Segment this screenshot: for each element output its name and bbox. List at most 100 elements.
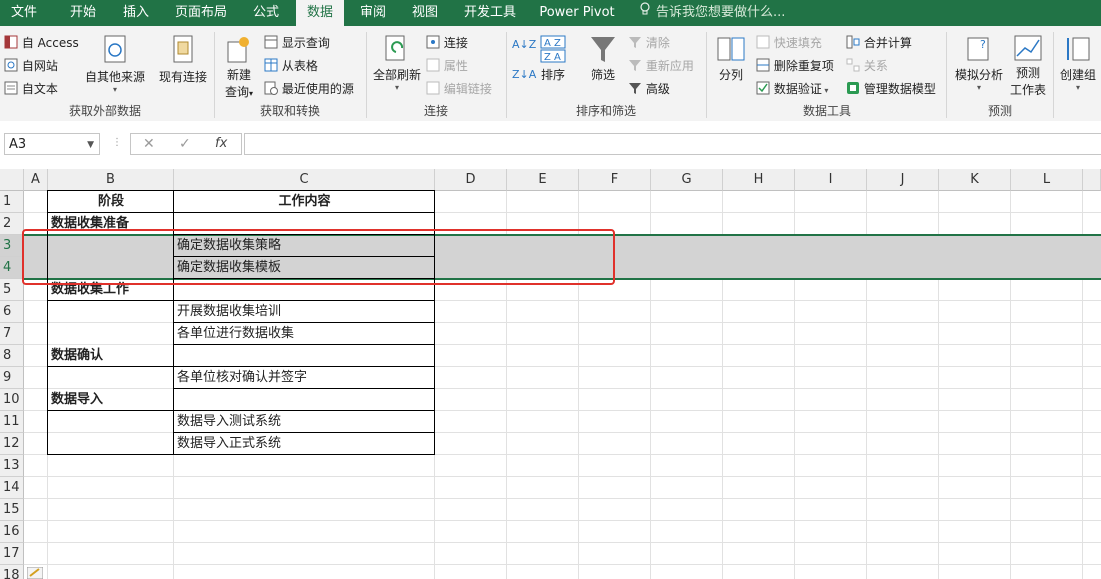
forecast-sheet-button[interactable]: 预测 工作表 [1008, 34, 1048, 98]
properties-button[interactable]: 属性 [426, 57, 468, 75]
web-icon [4, 58, 18, 75]
cell-c9[interactable]: 各单位核对确认并签字 [174, 367, 435, 389]
row-header-1[interactable]: 1 [0, 191, 24, 213]
existing-connections-button[interactable]: 现有连接 [156, 34, 210, 85]
row-header-13[interactable]: 13 [0, 455, 24, 477]
column-header-e[interactable]: E [507, 169, 579, 191]
group-label-sort-filter: 排序和筛选 [575, 104, 636, 118]
row-header-11[interactable]: 11 [0, 411, 24, 433]
row-header-16[interactable]: 16 [0, 521, 24, 543]
quick-analysis-icon[interactable] [26, 566, 44, 579]
row-header-4[interactable]: 4 [0, 257, 24, 279]
column-header-c[interactable]: C [174, 169, 435, 191]
tab-power-pivot[interactable]: Power Pivot [534, 0, 620, 26]
sort-button[interactable]: A ZZ A 排序 [536, 34, 570, 83]
column-header-k[interactable]: K [939, 169, 1011, 191]
name-box[interactable]: A3 ▼ [4, 133, 100, 155]
formula-bar-grip-icon: ⋮ [112, 137, 122, 148]
tab-formulas[interactable]: 公式 [244, 0, 288, 26]
worksheet-grid[interactable]: ABCDEFGHIJKL 1 2 3 4 5 6 7 8 9 10 11 12 13 14 15 16 17 18… [0, 169, 1101, 579]
what-if-analysis-button[interactable]: ? 模拟分析 ▾ [952, 34, 1006, 92]
text-to-columns-icon [717, 37, 745, 61]
row-header-9[interactable]: 9 [0, 367, 24, 389]
column-header-l[interactable]: L [1011, 169, 1083, 191]
row-header-12[interactable]: 12 [0, 433, 24, 455]
row-header-14[interactable]: 14 [0, 477, 24, 499]
advanced-filter-button[interactable]: 高级 [628, 80, 670, 98]
group-button[interactable]: 创建组 ▾ [1056, 34, 1100, 92]
row-header-17[interactable]: 17 [0, 543, 24, 565]
cell-c12[interactable]: 数据导入正式系统 [174, 433, 435, 455]
tab-file[interactable]: 文件 [0, 0, 48, 26]
name-box-dropdown-icon[interactable]: ▼ [87, 134, 94, 156]
filter-button[interactable]: 筛选 [584, 34, 622, 83]
row-header-18[interactable]: 18 [0, 565, 24, 579]
row-header-7[interactable]: 7 [0, 323, 24, 345]
sort-ascending-icon[interactable]: A↓Z [512, 38, 536, 51]
data-validation-button[interactable]: 数据验证 ▾ [756, 80, 828, 98]
column-header-g[interactable]: G [651, 169, 723, 191]
tab-page-layout[interactable]: 页面布局 [168, 0, 234, 26]
column-header-f[interactable]: F [579, 169, 651, 191]
row-header-2[interactable]: 2 [0, 213, 24, 235]
from-text-button[interactable]: 自文本 [4, 80, 58, 98]
remove-duplicates-button[interactable]: 删除重复项 [756, 57, 834, 75]
row-header-8[interactable]: 8 [0, 345, 24, 367]
tab-developer[interactable]: 开发工具 [456, 0, 524, 26]
row-header-3[interactable]: 3 [0, 235, 24, 257]
clear-filter-button[interactable]: 清除 [628, 34, 670, 52]
manage-data-model-button[interactable]: 管理数据模型 [846, 80, 936, 98]
cell-b10[interactable]: 数据导入 [48, 389, 174, 411]
formula-input[interactable] [244, 133, 1101, 155]
edit-links-button[interactable]: 编辑链接 [426, 80, 492, 98]
recent-sources-button[interactable]: 最近使用的源 [264, 80, 354, 98]
column-header-d[interactable]: D [435, 169, 507, 191]
cancel-icon[interactable]: ✕ [143, 136, 155, 152]
insert-function-icon[interactable]: fx [215, 136, 227, 151]
column-header-b[interactable]: B [48, 169, 174, 191]
new-query-button[interactable]: 新建 查询▾ [220, 34, 258, 100]
connections-button[interactable]: 连接 [426, 34, 468, 52]
row-header-6[interactable]: 6 [0, 301, 24, 323]
cell-c1[interactable]: 工作内容 [174, 191, 435, 213]
cell-c11[interactable]: 数据导入测试系统 [174, 411, 435, 433]
gridline-horizontal [24, 520, 1101, 521]
sort-descending-icon[interactable]: Z↓A [512, 68, 536, 81]
cell-b1[interactable]: 阶段 [48, 191, 174, 213]
tell-me-search[interactable]: 告诉我您想要做什么... [640, 0, 785, 26]
column-header-i[interactable]: I [795, 169, 867, 191]
column-header-h[interactable]: H [723, 169, 795, 191]
reapply-button[interactable]: 重新应用 [628, 57, 694, 75]
from-table-button[interactable]: 从表格 [264, 57, 318, 75]
select-all-corner[interactable] [0, 169, 24, 191]
cell-c6[interactable]: 开展数据收集培训 [174, 301, 435, 323]
enter-icon[interactable]: ✓ [179, 136, 191, 152]
cell-c7[interactable]: 各单位进行数据收集 [174, 323, 435, 345]
relationships-button[interactable]: 关系 [846, 57, 888, 75]
text-to-columns-button[interactable]: 分列 [712, 34, 750, 83]
row-header-15[interactable]: 15 [0, 499, 24, 521]
column-header-m[interactable] [1083, 169, 1101, 191]
from-other-sources-button[interactable]: 自其他来源 ▾ [84, 34, 146, 94]
cell-b8[interactable]: 数据确认 [48, 345, 174, 367]
row-header-10[interactable]: 10 [0, 389, 24, 411]
tab-insert[interactable]: 插入 [112, 0, 160, 26]
tab-view[interactable]: 视图 [404, 0, 446, 26]
row-header-5[interactable]: 5 [0, 279, 24, 301]
tab-data[interactable]: 数据 [296, 0, 344, 26]
from-access-button[interactable]: 自 Access [4, 34, 79, 52]
tab-review[interactable]: 审阅 [352, 0, 394, 26]
flash-fill-button[interactable]: 快速填充 [756, 34, 822, 52]
from-web-button[interactable]: 自网站 [4, 57, 58, 75]
text-file-icon [4, 81, 18, 98]
refresh-icon [385, 35, 405, 61]
data-model-icon [846, 81, 860, 98]
column-header-j[interactable]: J [867, 169, 939, 191]
refresh-all-button[interactable]: 全部刷新 ▾ [370, 34, 424, 92]
group-label-connections: 连接 [423, 104, 448, 118]
column-header-a[interactable]: A [24, 169, 48, 191]
group-icon [1067, 37, 1090, 61]
tab-home[interactable]: 开始 [58, 0, 108, 26]
consolidate-button[interactable]: 合并计算 [846, 34, 912, 52]
show-queries-button[interactable]: 显示查询 [264, 34, 330, 52]
